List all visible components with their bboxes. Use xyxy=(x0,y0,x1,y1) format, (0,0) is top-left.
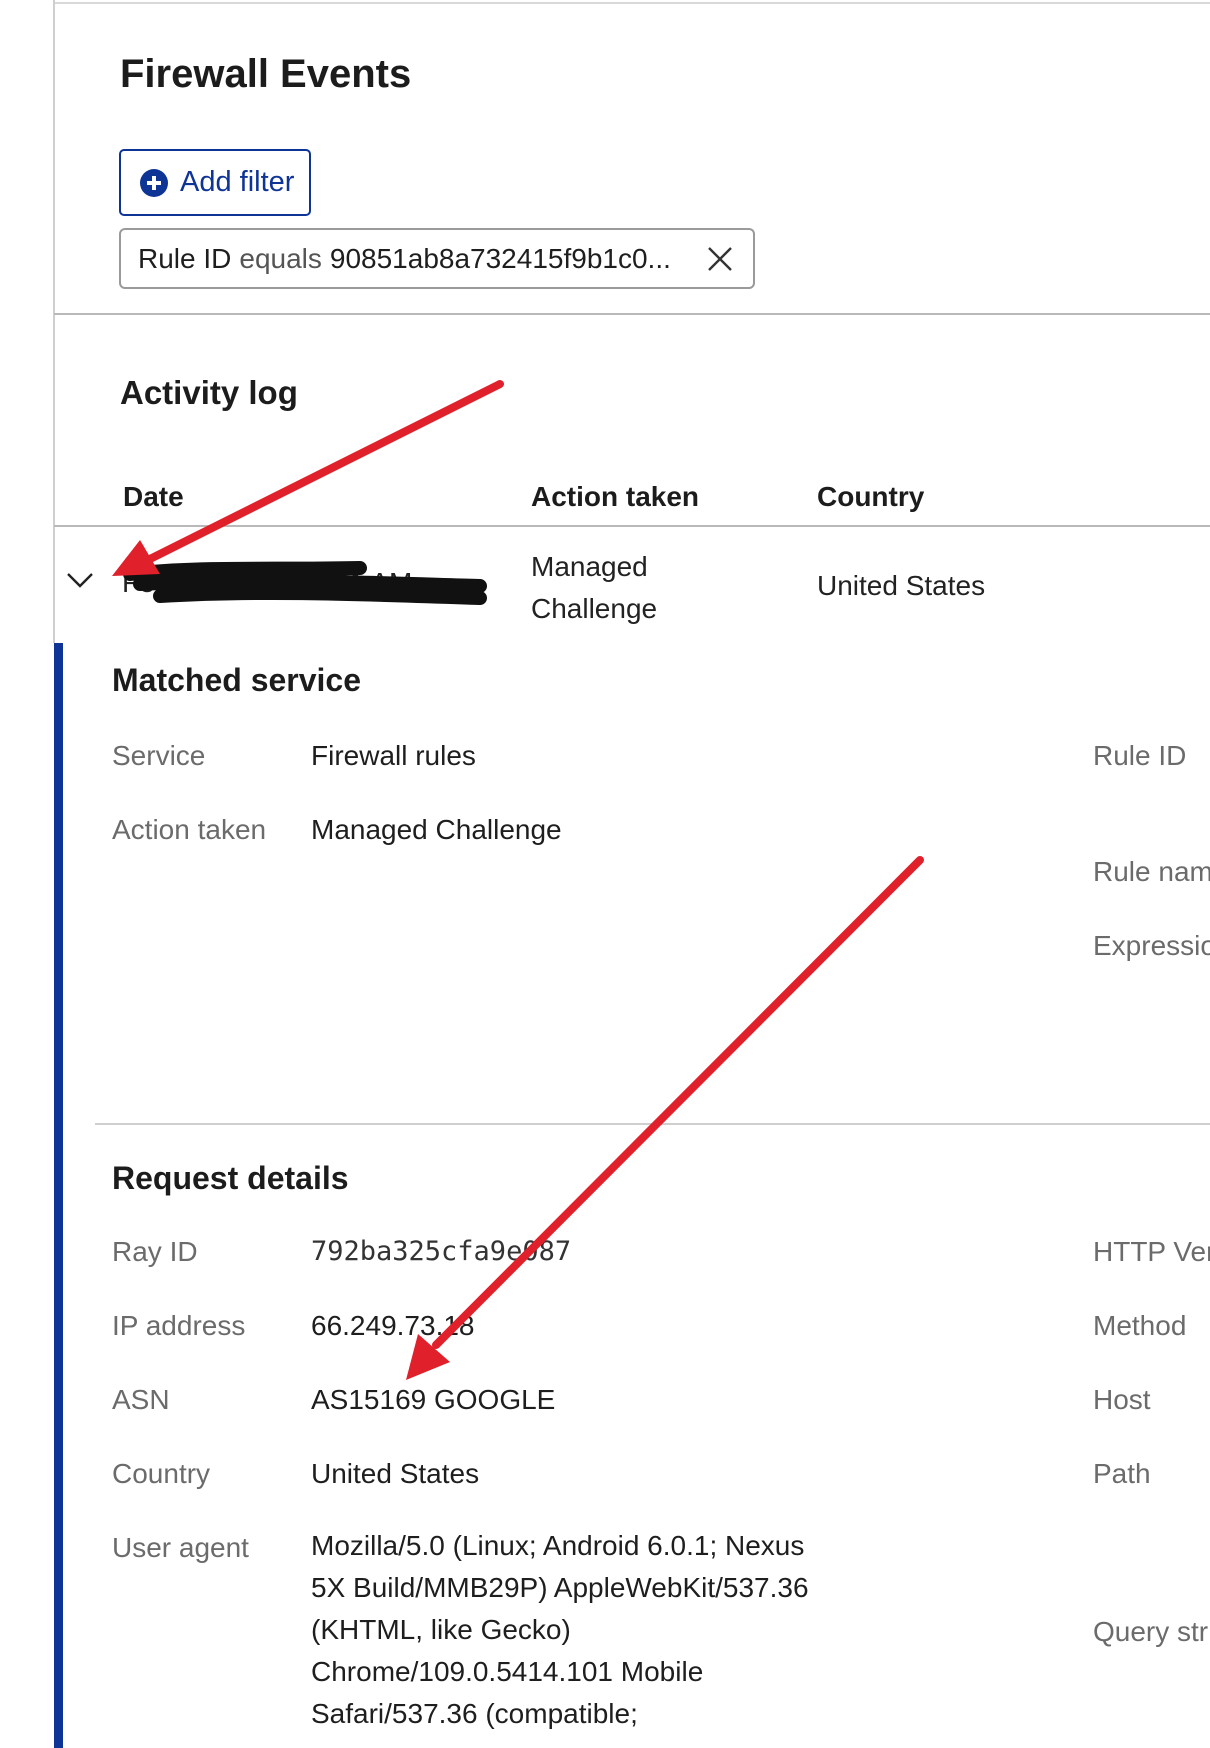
country-label: Country xyxy=(112,1458,211,1489)
path-label: Path xyxy=(1093,1458,1151,1489)
country-value: United States xyxy=(311,1458,480,1489)
rule-name-label: Rule nam xyxy=(1093,856,1210,887)
expanded-row-indicator xyxy=(54,643,63,1748)
active-filter-chip[interactable]: Rule ID equals 90851ab8a732415f9b1c0... xyxy=(119,228,755,289)
arrow-to-asn xyxy=(406,856,924,1380)
left-rule xyxy=(53,0,55,643)
arrow-to-expand-chevron xyxy=(112,380,504,576)
ip-address-value: 66.249.73.18 xyxy=(311,1310,475,1341)
filter-field: Rule ID xyxy=(138,242,232,274)
action-line-1: Managed xyxy=(531,551,648,582)
filter-value: 90851ab8a732415f9b1c0... xyxy=(329,242,671,274)
matched-service-title: Matched service xyxy=(112,662,362,698)
ray-id-value: 792ba325cfa9e087 xyxy=(311,1236,572,1267)
http-version-label: HTTP Ver xyxy=(1093,1236,1210,1267)
action-taken-label: Action taken xyxy=(112,814,267,845)
filter-operator: equals xyxy=(239,242,322,274)
top-border xyxy=(54,2,1210,4)
asn-label: ASN xyxy=(112,1384,170,1415)
action-taken-value: Managed Challenge xyxy=(311,814,562,845)
chevron-down-icon[interactable] xyxy=(66,566,94,594)
close-icon[interactable] xyxy=(705,244,735,274)
section-divider xyxy=(54,313,1210,315)
column-header-action[interactable]: Action taken xyxy=(531,481,699,513)
redaction-scribble xyxy=(123,561,487,605)
plus-circle-icon xyxy=(140,168,168,197)
ip-address-label: IP address xyxy=(112,1310,246,1341)
column-header-date[interactable]: Date xyxy=(123,481,184,513)
request-details-title: Request details xyxy=(112,1160,349,1196)
user-agent-value: Mozilla/5.0 (Linux; Android 6.0.1; Nexus… xyxy=(311,1530,809,1729)
asn-value: AS15169 GOOGLE xyxy=(311,1384,556,1415)
service-value: Firewall rules xyxy=(311,740,476,771)
add-filter-label: Add filter xyxy=(180,166,295,198)
expression-label: Expressio xyxy=(1093,930,1210,961)
action-cell: Managed Challenge xyxy=(531,546,731,630)
column-header-country[interactable]: Country xyxy=(817,481,924,513)
query-string-label: Query str xyxy=(1093,1616,1209,1647)
user-agent-label: User agent xyxy=(112,1532,249,1563)
ray-id-label: Ray ID xyxy=(112,1236,198,1267)
section-divider xyxy=(95,1123,1210,1125)
activity-log-title: Activity log xyxy=(120,374,298,411)
country-cell: United States xyxy=(817,570,986,601)
table-header-divider xyxy=(54,525,1210,527)
service-label: Service xyxy=(112,740,206,771)
host-label: Host xyxy=(1093,1384,1151,1415)
add-filter-button[interactable]: Add filter xyxy=(119,149,311,216)
rule-id-label: Rule ID xyxy=(1093,740,1187,771)
page-title: Firewall Events xyxy=(120,52,412,96)
method-label: Method xyxy=(1093,1310,1187,1341)
action-line-2: Challenge xyxy=(531,593,658,624)
